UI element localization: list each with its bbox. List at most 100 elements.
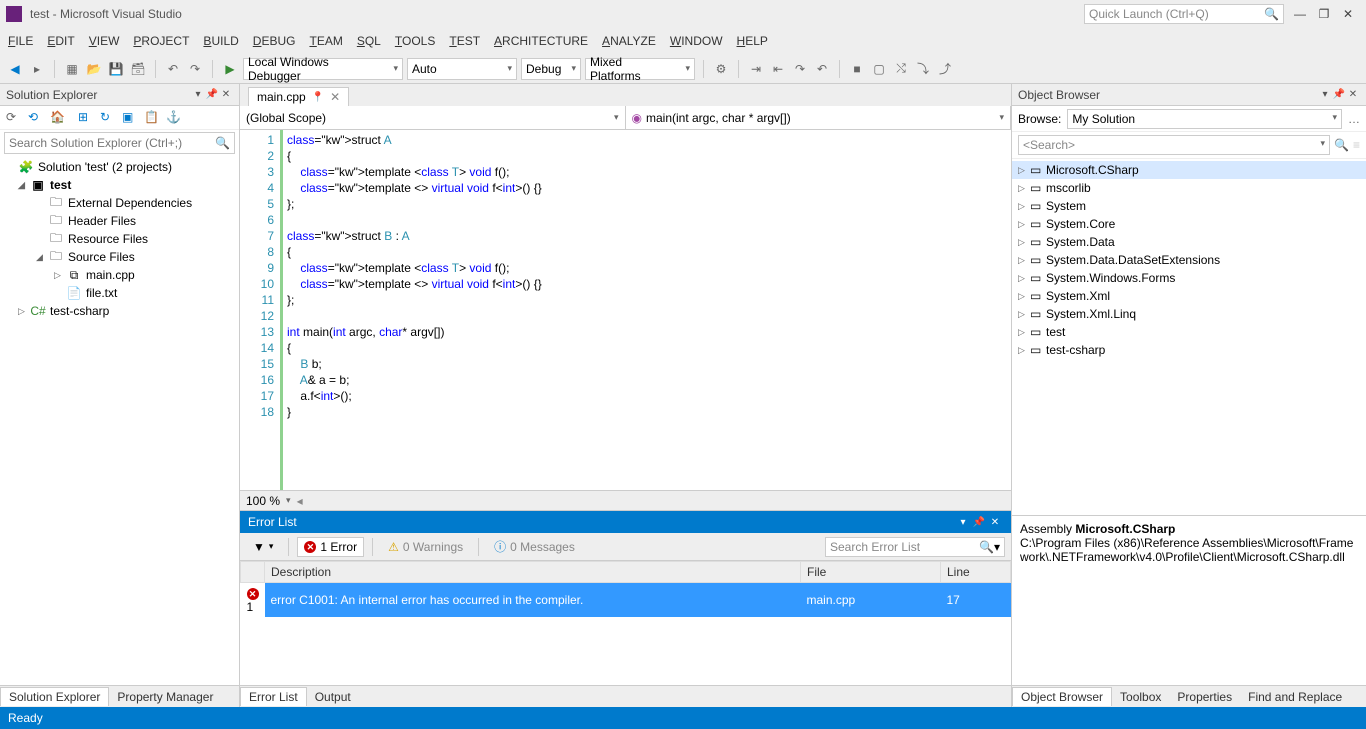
project-test[interactable]: ◢▣test — [0, 176, 239, 194]
save-all-icon[interactable]: 🗃 — [129, 60, 147, 78]
solution-search[interactable]: 🔍 — [4, 132, 235, 154]
menu-project[interactable]: PROJECT — [133, 34, 189, 48]
panel-close-icon[interactable]: ✕ — [1346, 89, 1360, 100]
auto-combo[interactable]: Auto — [407, 58, 517, 80]
filter-dropdown[interactable]: ▼ ▾ — [246, 537, 280, 557]
show-all-icon[interactable]: 📋 — [144, 110, 160, 126]
col-line[interactable]: Line — [941, 562, 1011, 583]
ob-item[interactable]: ▷▭System.Core — [1012, 215, 1366, 233]
pin-icon[interactable]: 📌 — [1332, 89, 1346, 100]
home2-icon[interactable]: 🏠 — [50, 110, 66, 126]
scope-icon[interactable]: ⊞ — [78, 110, 94, 126]
tab-close-icon[interactable]: ✕ — [330, 90, 340, 104]
undo-icon[interactable]: ↶ — [164, 60, 182, 78]
indent-icon[interactable]: ⇥ — [747, 60, 765, 78]
outdent-icon[interactable]: ⇤ — [769, 60, 787, 78]
restore-button[interactable]: ❐ — [1312, 7, 1336, 21]
ob-item[interactable]: ▷▭Microsoft.CSharp — [1012, 161, 1366, 179]
step-icon-2[interactable]: ↶ — [813, 60, 831, 78]
panel-menu-icon[interactable]: ▾ — [955, 517, 971, 528]
ob-item[interactable]: ▷▭System.Xml.Linq — [1012, 305, 1366, 323]
menu-sql[interactable]: SQL — [357, 34, 381, 48]
nav-fwd-icon[interactable]: ▸ — [28, 60, 46, 78]
zoom-value[interactable]: 100 % — [246, 494, 280, 508]
ob-item[interactable]: ▷▭System.Windows.Forms — [1012, 269, 1366, 287]
tool-icon-1[interactable]: ⚙ — [712, 60, 730, 78]
redo-icon[interactable]: ↷ — [186, 60, 204, 78]
ob-item[interactable]: ▷▭test — [1012, 323, 1366, 341]
home-icon[interactable]: ⟳ — [6, 110, 22, 126]
bottom-tab[interactable]: Object Browser — [1012, 687, 1112, 706]
search-icon[interactable]: 🔍 — [1334, 138, 1349, 152]
warnings-chip[interactable]: ⚠0 Warnings — [381, 537, 470, 557]
menu-test[interactable]: TEST — [449, 34, 480, 48]
open-file-icon[interactable]: 📂 — [85, 60, 103, 78]
source-files[interactable]: ◢🗀Source Files — [0, 248, 239, 266]
panel-menu-icon[interactable]: ▾ — [1318, 89, 1332, 100]
stop-icon[interactable]: ■ — [848, 60, 866, 78]
sync-icon[interactable]: ⟲ — [28, 110, 44, 126]
ob-search-input[interactable]: <Search> — [1018, 135, 1330, 155]
panel-close-icon[interactable]: ✕ — [219, 89, 233, 100]
step-into-icon[interactable]: ⤵ — [914, 60, 932, 78]
step-over-icon[interactable]: ⤭ — [892, 60, 910, 78]
hscroll-left-icon[interactable]: ◂ — [297, 494, 303, 508]
errors-chip[interactable]: ✕1 Error — [297, 537, 364, 557]
menu-build[interactable]: BUILD — [203, 34, 238, 48]
col-description[interactable]: Description — [265, 562, 801, 583]
menu-analyze[interactable]: ANALYZE — [602, 34, 656, 48]
close-button[interactable]: ✕ — [1336, 7, 1360, 21]
start-debug-button[interactable]: ▶ — [221, 60, 239, 78]
bottom-tab[interactable]: Output — [307, 688, 359, 706]
config-combo[interactable]: Debug — [521, 58, 581, 80]
collapse-icon[interactable]: ▣ — [122, 110, 138, 126]
ob-item[interactable]: ▷▭mscorlib — [1012, 179, 1366, 197]
menu-architecture[interactable]: ARCHITECTURE — [494, 34, 588, 48]
debugger-combo[interactable]: Local Windows Debugger — [243, 58, 403, 80]
step-out-icon[interactable]: ⤴ — [936, 60, 954, 78]
save-icon[interactable]: 💾 — [107, 60, 125, 78]
member-combo[interactable]: ◉main(int argc, char * argv[]) — [626, 106, 1012, 129]
menu-view[interactable]: VIEW — [89, 34, 120, 48]
file-txt[interactable]: 📄file.txt — [0, 284, 239, 302]
solution-root[interactable]: 🧩Solution 'test' (2 projects) — [0, 158, 239, 176]
pin-icon[interactable]: 📌 — [205, 89, 219, 100]
pin-icon[interactable]: 📍 — [312, 92, 324, 103]
menu-debug[interactable]: DEBUG — [253, 34, 296, 48]
solution-search-input[interactable] — [5, 133, 211, 153]
scope-combo[interactable]: (Global Scope) — [240, 106, 626, 129]
resource-files[interactable]: 🗀Resource Files — [0, 230, 239, 248]
pin-icon[interactable]: 📌 — [971, 517, 987, 528]
external-deps[interactable]: 🗀External Dependencies — [0, 194, 239, 212]
tab-main-cpp[interactable]: main.cpp 📍 ✕ — [248, 87, 349, 106]
ob-item[interactable]: ▷▭System.Data — [1012, 233, 1366, 251]
bottom-tab[interactable]: Toolbox — [1112, 688, 1169, 706]
step-icon-1[interactable]: ↷ — [791, 60, 809, 78]
code-content[interactable]: class="kw">struct A{ class="kw">template… — [280, 130, 1011, 490]
header-files[interactable]: 🗀Header Files — [0, 212, 239, 230]
menu-help[interactable]: HELP — [737, 34, 768, 48]
quick-launch-input[interactable]: Quick Launch (Ctrl+Q)🔍 — [1084, 4, 1284, 24]
frame-icon[interactable]: ▢ — [870, 60, 888, 78]
menu-file[interactable]: FILE — [8, 34, 33, 48]
clear-icon[interactable]: ≡ — [1353, 138, 1360, 152]
bottom-tab[interactable]: Find and Replace — [1240, 688, 1350, 706]
error-search[interactable]: Search Error List🔍▾ — [825, 537, 1005, 557]
ob-item[interactable]: ▷▭test-csharp — [1012, 341, 1366, 359]
platform-combo[interactable]: Mixed Platforms — [585, 58, 695, 80]
col-file[interactable]: File — [801, 562, 941, 583]
panel-menu-icon[interactable]: ▾ — [191, 89, 205, 100]
menu-tools[interactable]: TOOLS — [395, 34, 435, 48]
panel-close-icon[interactable]: ✕ — [987, 517, 1003, 528]
zoom-dropdown-icon[interactable]: ▾ — [286, 495, 291, 506]
error-row[interactable]: ✕1 error C1001: An internal error has oc… — [241, 583, 1011, 618]
properties-icon[interactable]: ⚓ — [166, 110, 182, 126]
ob-item[interactable]: ▷▭System — [1012, 197, 1366, 215]
project-test-csharp[interactable]: ▷C#test-csharp — [0, 302, 239, 320]
nav-back-icon[interactable]: ◀ — [6, 60, 24, 78]
bottom-tab[interactable]: Error List — [240, 687, 307, 706]
messages-chip[interactable]: ⓘ0 Messages — [487, 535, 582, 558]
minimize-button[interactable]: — — [1288, 7, 1312, 21]
file-main-cpp[interactable]: ▷⧉main.cpp — [0, 266, 239, 284]
code-editor[interactable]: 123456789101112131415161718 class="kw">s… — [240, 130, 1011, 490]
